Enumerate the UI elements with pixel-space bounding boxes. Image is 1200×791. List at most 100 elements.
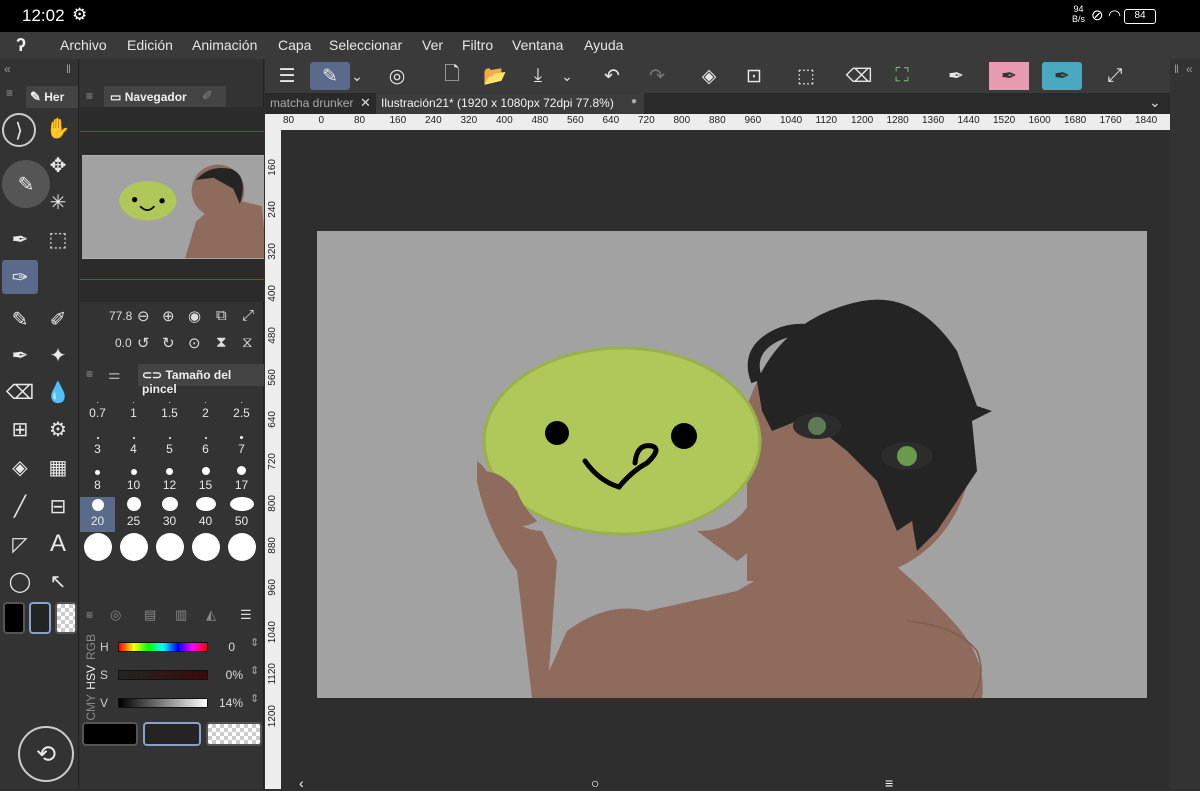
panel-menu-icon[interactable]: ≡ xyxy=(6,86,13,100)
menu-capa[interactable]: Capa xyxy=(278,37,311,53)
chevron-down-icon[interactable]: ⌄ xyxy=(555,62,579,90)
drawing-canvas[interactable] xyxy=(317,231,1147,698)
menu-archivo[interactable]: Archivo xyxy=(60,37,107,53)
menu-ver[interactable]: Ver xyxy=(422,37,443,53)
line-tool-icon[interactable]: ╱ xyxy=(2,489,38,523)
brush-size-option[interactable]: 7 xyxy=(224,425,259,460)
flip-horizontal-icon[interactable]: ⧗ xyxy=(216,334,227,351)
zoom-in-icon[interactable]: ⊕ xyxy=(162,307,175,325)
brush-size-option[interactable]: 10 xyxy=(116,461,151,496)
selection-rect-icon[interactable]: ⬚ xyxy=(40,222,76,256)
menu-animacion[interactable]: Animación xyxy=(192,37,257,53)
panel-menu-icon[interactable]: ≡ xyxy=(86,608,93,622)
object-select-icon[interactable]: ↖ xyxy=(40,564,76,598)
brush-size-option[interactable]: 17 xyxy=(224,461,259,496)
move-tool-icon[interactable]: ✥ xyxy=(40,148,76,182)
value-slider[interactable] xyxy=(118,698,208,708)
magic-wand-icon[interactable]: ✳ xyxy=(40,185,76,219)
text-frame-tool-icon[interactable]: ⚙ xyxy=(40,412,76,446)
blend-tool-icon[interactable]: 💧 xyxy=(40,375,76,409)
redo-icon[interactable]: ↷ xyxy=(637,62,677,90)
save-icon[interactable]: ⤓ xyxy=(518,62,558,90)
transparent-chip[interactable] xyxy=(206,722,262,746)
reset-rotation-icon[interactable]: ⊙ xyxy=(188,334,201,352)
brush-size-option[interactable]: 12 xyxy=(152,461,187,496)
new-file-icon[interactable]: 🗋 xyxy=(432,62,472,90)
chevron-down-icon[interactable]: ⌄ xyxy=(345,62,369,90)
rotate-left-icon[interactable]: ↺ xyxy=(137,334,150,352)
fit-icon[interactable]: ◉ xyxy=(188,307,201,325)
color-set-tab-icon[interactable]: ▤ xyxy=(144,607,156,623)
brush-size-option[interactable]: 1 xyxy=(116,389,151,424)
brush-size-tab[interactable]: ⊂⊃ Tamaño del pincel xyxy=(138,364,264,396)
collapse-left-icon[interactable]: « xyxy=(4,62,11,76)
menu-ayuda[interactable]: Ayuda xyxy=(584,37,623,53)
transparent-swatch[interactable] xyxy=(55,602,77,634)
app-logo-icon[interactable]: ʔ xyxy=(16,35,26,56)
mode-hsv[interactable]: HSV xyxy=(84,665,98,690)
navigator-thumbnail[interactable] xyxy=(82,155,264,259)
panel-menu-icon[interactable]: ≡ xyxy=(86,367,93,381)
pen-cyan-icon[interactable]: ✒ xyxy=(1042,62,1082,90)
spinner-icon[interactable]: ⇕ xyxy=(250,636,259,649)
menu-edicion[interactable]: Edición xyxy=(127,37,173,53)
marker-tool-icon[interactable]: ✐ xyxy=(40,302,76,336)
clear-outside-icon[interactable]: ⛶ xyxy=(882,62,922,90)
brush-size-option[interactable]: 6 xyxy=(188,425,223,460)
brush-size-option[interactable]: 50 xyxy=(224,497,259,532)
hand-tool-icon[interactable]: ✋ xyxy=(40,111,76,145)
ruler-tool-icon[interactable]: ◸ xyxy=(2,527,38,561)
brush-size-option[interactable] xyxy=(116,533,151,568)
brush-size-option[interactable]: 2.5 xyxy=(224,389,259,424)
menu-ventana[interactable]: Ventana xyxy=(512,37,563,53)
select-all-icon[interactable]: ⬚ xyxy=(786,62,826,90)
mode-rgb[interactable]: RGB xyxy=(84,634,98,660)
brush-size-option[interactable]: 1.5 xyxy=(152,389,187,424)
brush-size-option[interactable]: 0.7 xyxy=(80,389,115,424)
collapse-right-icon[interactable]: « xyxy=(1186,62,1193,76)
menu-seleccionar[interactable]: Seleccionar xyxy=(329,37,402,53)
decoration-tool-icon[interactable]: ✦ xyxy=(40,338,76,372)
brush-size-option[interactable]: 2 xyxy=(188,389,223,424)
brush-size-option[interactable]: 40 xyxy=(188,497,223,532)
pen-tool-icon[interactable]: ✑ xyxy=(2,260,38,294)
hand-switch-icon[interactable]: ⟩ xyxy=(2,113,36,147)
flip-vertical-icon[interactable]: ⧖ xyxy=(242,334,253,351)
drag-handle-icon[interactable]: ‖ xyxy=(1174,62,1179,76)
lasso-tool-icon[interactable]: ◯ xyxy=(2,564,38,598)
zoom-out-icon[interactable]: ⊖ xyxy=(137,307,150,325)
brush-size-option[interactable] xyxy=(188,533,223,568)
airbrush-tool-icon[interactable]: ✒ xyxy=(2,338,38,372)
tool-property-icon[interactable]: ⚌ xyxy=(108,366,121,383)
close-tab-icon[interactable]: ✕ xyxy=(360,95,371,111)
brush-size-option[interactable]: 20 xyxy=(80,497,115,532)
color-slider-tab-icon[interactable]: ☰ xyxy=(240,607,252,623)
sub-color-chip[interactable] xyxy=(143,722,201,746)
brush-size-option[interactable]: 3 xyxy=(80,425,115,460)
main-color-swatch[interactable] xyxy=(3,602,25,634)
pen-setting-icon[interactable]: ✒ xyxy=(936,62,976,90)
transform-icon[interactable]: ⊡ xyxy=(734,62,774,90)
panel-menu-icon[interactable]: ≡ xyxy=(86,89,93,103)
frame-tool-icon[interactable]: ⊟ xyxy=(40,489,76,523)
fill-tool-icon[interactable]: ◈ xyxy=(2,450,38,484)
spinner-icon[interactable]: ⇕ xyxy=(250,664,259,677)
rotate-right-icon[interactable]: ↻ xyxy=(162,334,175,352)
modifier-key-icon[interactable]: ⟲ xyxy=(18,726,74,782)
main-color-chip[interactable] xyxy=(82,722,138,746)
figure-tool-icon[interactable]: ⊞ xyxy=(2,412,38,446)
doc-tab-ilustracion21[interactable]: Ilustración21* (1920 x 1080px 72dpi 77.8… xyxy=(376,93,644,114)
hamburger-menu-icon[interactable]: ☰ xyxy=(267,62,307,90)
drag-handle-icon[interactable]: ‖ xyxy=(66,62,71,76)
doc-tab-matcha[interactable]: matcha drunker xyxy=(265,93,373,114)
expand-icon[interactable]: ⤢ xyxy=(1095,62,1135,90)
actual-size-icon[interactable]: ⧉ xyxy=(216,307,227,324)
pen-tab-icon[interactable]: ✐ xyxy=(202,88,213,104)
brush-size-option[interactable]: 25 xyxy=(116,497,151,532)
brush-size-option[interactable]: 4 xyxy=(116,425,151,460)
fit-window-icon[interactable]: ⤢ xyxy=(242,307,254,324)
brush-size-option[interactable] xyxy=(152,533,187,568)
saturation-slider[interactable] xyxy=(118,670,208,680)
clear-icon[interactable]: ⌫ xyxy=(839,62,879,90)
approx-color-tab-icon[interactable]: ◭ xyxy=(206,607,216,623)
